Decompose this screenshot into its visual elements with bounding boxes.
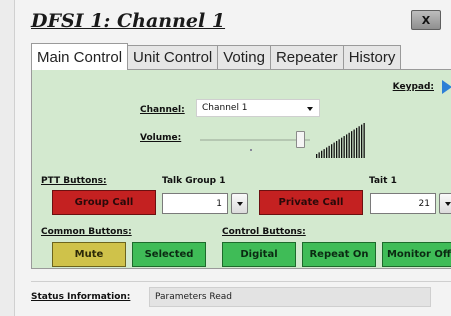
volume-bar (358, 126, 360, 158)
volume-bar (343, 136, 345, 158)
digital-button[interactable]: Digital (222, 242, 296, 267)
volume-slider[interactable] (200, 131, 310, 148)
volume-bar (346, 134, 348, 158)
talkgroup-field[interactable]: 1 (162, 193, 228, 214)
volume-bar (316, 154, 318, 158)
ptt-buttons-label: PTT Buttons: (41, 176, 107, 186)
common-buttons-label: Common Buttons: (41, 227, 132, 237)
volume-bar (321, 150, 323, 158)
volume-bar (318, 152, 320, 158)
mute-button[interactable]: Mute (52, 242, 126, 267)
channel-dropdown-value: Channel 1 (202, 103, 248, 113)
tab-history[interactable]: History (342, 45, 402, 69)
channel-dropdown[interactable]: Channel 1 (196, 99, 320, 117)
talkgroup-label: Talk Group 1 (162, 176, 226, 186)
tab-voting[interactable]: Voting (217, 45, 271, 69)
volume-bar (353, 129, 355, 158)
volume-bar (331, 144, 333, 158)
tab-bar: Main Control Unit Control Voting Repeate… (31, 43, 402, 70)
volume-bar (333, 142, 335, 158)
control-buttons-label: Control Buttons: (222, 227, 306, 237)
monitor-off-button[interactable]: Monitor Off (382, 242, 451, 267)
volume-bar (336, 140, 338, 158)
volume-bar (326, 147, 328, 158)
volume-bar (341, 137, 343, 158)
tait-label: Tait 1 (369, 176, 397, 186)
talkgroup-dropdown-button[interactable] (231, 193, 248, 214)
tab-main-control[interactable]: Main Control (31, 43, 129, 70)
tait-field[interactable]: 21 (370, 193, 436, 214)
status-divider (31, 281, 451, 282)
volume-bar (351, 131, 353, 158)
group-call-button[interactable]: Group Call (52, 190, 156, 215)
main-control-panel: Keypad: Channel: Channel 1 Volume: PTT B… (31, 69, 451, 269)
volume-bar (356, 127, 358, 158)
window-title: DFSI 1: Channel 1 (31, 10, 226, 32)
channel-label: Channel: (140, 105, 185, 115)
close-button[interactable]: X (411, 10, 441, 30)
slider-tick-mark (250, 149, 252, 151)
selected-button[interactable]: Selected (132, 242, 206, 267)
volume-bar (348, 132, 350, 158)
tait-dropdown-button[interactable] (439, 193, 451, 214)
status-info-label: Status Information: (31, 292, 131, 302)
chevron-down-icon (307, 107, 313, 111)
status-info-field: Parameters Read (149, 287, 431, 307)
volume-bar (328, 145, 330, 158)
repeat-on-button[interactable]: Repeat On (302, 242, 376, 267)
dfsi-window: DFSI 1: Channel 1 X Main Control Unit Co… (14, 0, 451, 316)
volume-bar (361, 124, 363, 158)
volume-bar (323, 149, 325, 158)
volume-bar (338, 139, 340, 158)
volume-label: Volume: (140, 133, 182, 143)
keypad-link[interactable]: Keypad: (393, 82, 434, 92)
play-arrow-icon[interactable] (442, 80, 451, 94)
tab-unit-control[interactable]: Unit Control (127, 45, 219, 69)
tab-repeater[interactable]: Repeater (269, 45, 344, 69)
private-call-button[interactable]: Private Call (259, 190, 363, 215)
volume-bar (363, 123, 365, 158)
volume-level-bars-icon (316, 123, 365, 158)
volume-slider-thumb[interactable] (296, 131, 305, 148)
